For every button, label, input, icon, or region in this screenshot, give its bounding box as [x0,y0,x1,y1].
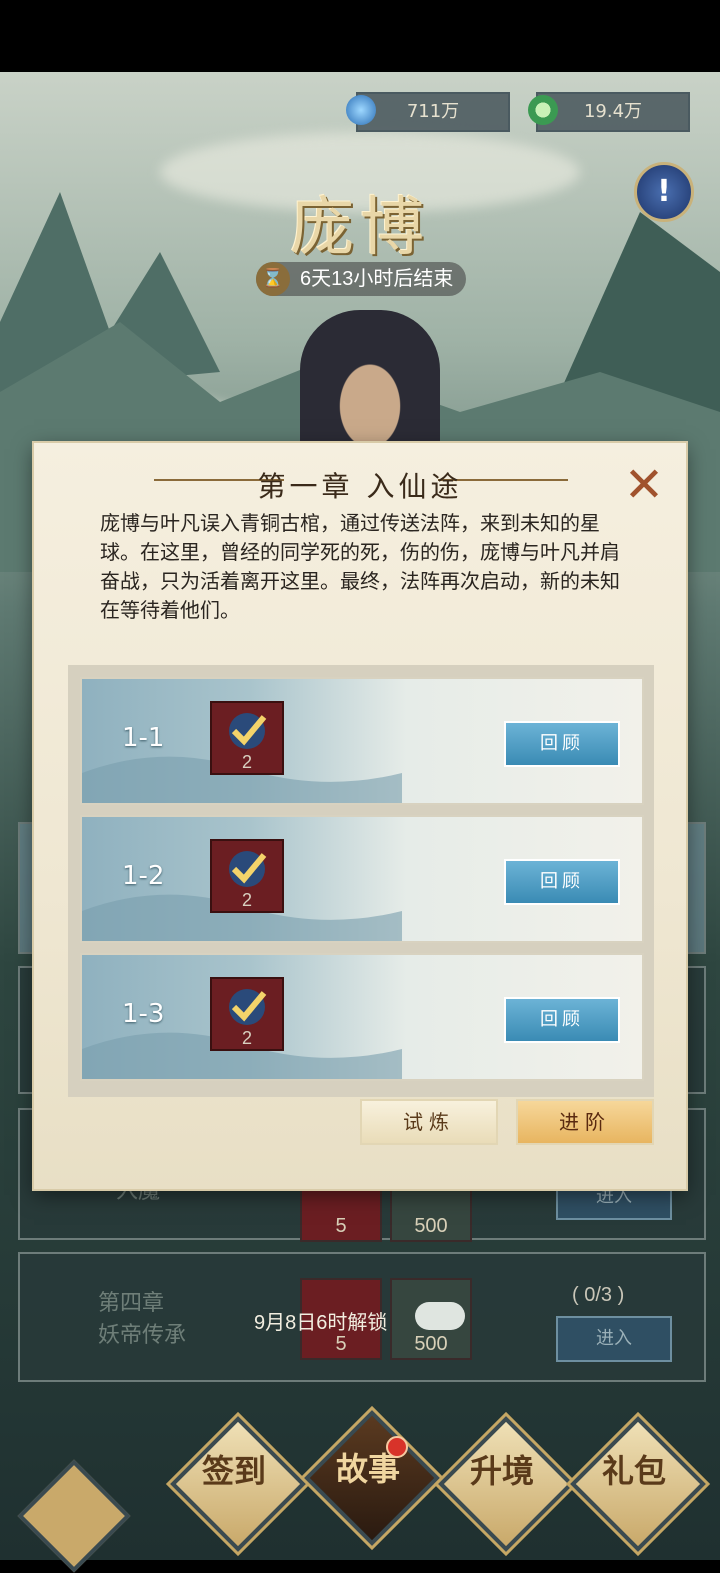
reward-item[interactable]: 2 [210,839,284,913]
reward-item[interactable]: 2 [210,977,284,1051]
notification-dot [386,1436,408,1458]
jade-icon [415,1302,465,1330]
review-button[interactable]: 回顾 [504,721,620,767]
event-title: 庞博 [290,191,430,265]
stage-number: 1-1 [122,723,165,753]
stage-row[interactable]: 1-2 2 回顾 [80,815,644,943]
chapter-dialog: 第一章 入仙途 ✕ 庞博与叶凡误入青铜古棺，通过传送法阵，来到未知的星球。在这里… [34,443,686,1189]
chapter-name: 第四章 妖帝传承 [98,1288,186,1352]
stage-row[interactable]: 1-1 2 回顾 [80,677,644,805]
crystal-value: 711万 [406,101,460,122]
jade-coin-icon [528,95,558,125]
chapter-number: 第四章 [98,1291,165,1316]
reward-count: 2 [241,890,252,910]
reward-count: 5 [335,1215,347,1237]
tab-trial[interactable]: 试炼 [360,1099,498,1145]
nav-checkin-label: 签到 [201,1452,266,1490]
tab-advance[interactable]: 进阶 [516,1099,654,1145]
stage-number: 1-3 [122,999,165,1029]
check-icon [229,851,267,887]
status-bar [0,0,720,72]
check-icon [229,989,267,1025]
crystal-counter[interactable]: 711万 [356,92,510,132]
reward-count: 500 [414,1333,448,1355]
stage-row[interactable]: 1-3 2 回顾 [80,953,644,1081]
chapter-description: 庞博与叶凡误入青铜古棺，通过传送法阵，来到未知的星球。在这里，曾经的同学死的死，… [100,511,620,622]
jade-counter[interactable]: 19.4万 [536,92,690,132]
nav-gift-label: 礼包 [601,1452,666,1490]
jade-value: 19.4万 [583,101,643,122]
review-button[interactable]: 回顾 [504,997,620,1043]
hourglass-icon: ⌛ [256,262,290,296]
review-button[interactable]: 回顾 [504,859,620,905]
dialog-title: 第一章 入仙途 [257,470,463,503]
nav-ascend-label: 升境 [469,1452,534,1490]
reward-count: 2 [241,752,252,772]
reward-item[interactable]: 2 [210,701,284,775]
reward-count: 2 [241,1028,252,1048]
enter-button[interactable]: 进入 [556,1316,672,1362]
unlock-time: 9月8日6时解锁 [254,1312,388,1334]
close-icon[interactable]: ✕ [622,461,666,509]
reward-count: 500 [414,1215,448,1237]
info-alert-button[interactable]: ! [634,162,694,222]
chapter-progress: ( 0/3 ) [572,1284,625,1306]
stage-number: 1-2 [122,861,165,891]
check-icon [229,713,267,749]
crystal-icon [346,95,376,125]
reward-count: 5 [335,1333,347,1355]
chapter-title: 妖帝传承 [98,1323,187,1348]
stage-list: 1-1 2 回顾 1-2 2 回顾 1-3 2 回顾 [68,665,654,1097]
